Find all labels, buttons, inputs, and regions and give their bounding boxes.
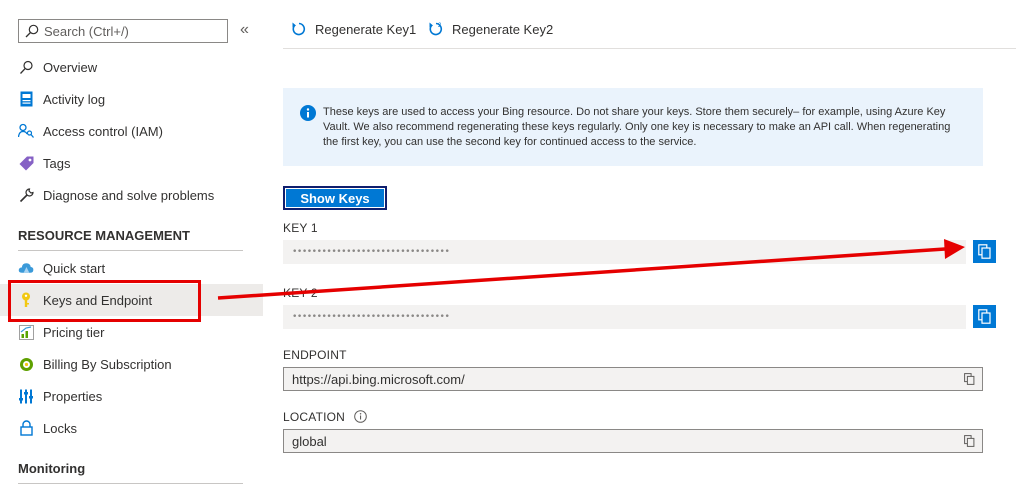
key2-label: KEY 2 xyxy=(283,286,318,300)
location-label: LOCATION xyxy=(283,410,346,424)
sidebar-item-label: Locks xyxy=(43,420,77,436)
iam-icon xyxy=(18,123,34,139)
copy-icon xyxy=(978,309,991,324)
endpoint-value[interactable]: https://api.bing.microsoft.com/ xyxy=(292,372,465,387)
sidebar: « Overview Activity log Access control (… xyxy=(0,0,263,487)
sidebar-item-activity-log[interactable]: Activity log xyxy=(0,83,263,115)
endpoint-field: https://api.bing.microsoft.com/ xyxy=(283,367,983,391)
key2-field: •••••••••••••••••••••••••••••••• xyxy=(283,305,966,329)
regenerate-key2-button[interactable]: 2 Regenerate Key2 xyxy=(428,21,553,37)
regenerate-key2-label: Regenerate Key2 xyxy=(452,21,554,37)
location-label-row: LOCATION xyxy=(283,410,367,424)
copy-icon xyxy=(964,373,975,385)
info-tooltip-icon[interactable] xyxy=(353,410,367,423)
sidebar-item-label: Pricing tier xyxy=(43,324,105,340)
copy-key2-button[interactable] xyxy=(973,305,996,328)
wrench-icon xyxy=(18,187,34,203)
sidebar-item-label: Properties xyxy=(43,388,103,404)
show-keys-button[interactable]: Show Keys xyxy=(283,186,387,210)
copy-icon xyxy=(978,244,991,259)
pricing-icon xyxy=(18,324,34,340)
sidebar-item-label: Overview xyxy=(43,59,98,75)
sidebar-item-label: Access control (IAM) xyxy=(43,123,163,139)
sidebar-item-label: Billing By Subscription xyxy=(43,356,172,372)
sidebar-item-label: Activity log xyxy=(43,91,106,107)
sidebar-item-label: Quick start xyxy=(43,260,106,276)
lock-icon xyxy=(18,420,34,436)
sidebar-item-quick-start[interactable]: Quick start xyxy=(0,252,263,284)
section-divider xyxy=(18,483,243,484)
billing-icon xyxy=(18,356,34,372)
sidebar-item-diagnose[interactable]: Diagnose and solve problems xyxy=(0,179,263,211)
key-icon xyxy=(18,292,34,308)
sidebar-item-label: Tags xyxy=(43,155,71,171)
endpoint-label: ENDPOINT xyxy=(283,348,347,362)
sidebar-item-properties[interactable]: Properties xyxy=(0,380,263,412)
tag-icon xyxy=(18,155,34,171)
copy-endpoint-button[interactable] xyxy=(964,373,975,388)
info-text: These keys are used to access your Bing … xyxy=(323,106,951,148)
copy-key1-button[interactable] xyxy=(973,240,996,263)
activity-log-icon xyxy=(18,91,34,107)
section-header-monitoring: Monitoring xyxy=(18,461,86,476)
overview-icon xyxy=(18,59,34,75)
section-divider xyxy=(18,250,243,251)
search-input[interactable] xyxy=(44,23,214,39)
collapse-sidebar-button[interactable]: « xyxy=(240,21,249,39)
copy-location-button[interactable] xyxy=(964,435,975,450)
regenerate-key1-label: Regenerate Key1 xyxy=(315,21,417,37)
sidebar-item-locks[interactable]: Locks xyxy=(0,412,263,444)
sidebar-item-tags[interactable]: Tags xyxy=(0,147,263,179)
sidebar-item-label: Diagnose and solve problems xyxy=(43,187,215,203)
info-banner: These keys are used to access your Bing … xyxy=(283,88,983,166)
regenerate-key1-button[interactable]: Regenerate Key1 xyxy=(291,21,416,37)
location-value[interactable]: global xyxy=(292,434,327,449)
sidebar-item-pricing-tier[interactable]: Pricing tier xyxy=(0,316,263,348)
refresh-icon xyxy=(292,22,306,36)
search-icon xyxy=(25,24,39,38)
key1-label: KEY 1 xyxy=(283,221,318,235)
cloud-icon xyxy=(18,260,34,276)
command-bar: Regenerate Key1 2 Regenerate Key2 xyxy=(283,13,1016,49)
sidebar-item-overview[interactable]: Overview xyxy=(0,51,263,83)
sidebar-item-iam[interactable]: Access control (IAM) xyxy=(0,115,263,147)
sidebar-item-keys-and-endpoint[interactable]: Keys and Endpoint xyxy=(0,284,263,316)
key1-field: •••••••••••••••••••••••••••••••• xyxy=(283,240,966,264)
section-header-resource-management: RESOURCE MANAGEMENT xyxy=(18,228,190,243)
refresh-icon: 2 xyxy=(429,22,443,36)
info-icon xyxy=(300,105,316,121)
properties-icon xyxy=(18,388,34,404)
copy-icon xyxy=(964,435,975,447)
sidebar-item-billing[interactable]: Billing By Subscription xyxy=(0,348,263,380)
location-field: global xyxy=(283,429,983,453)
search-box[interactable] xyxy=(18,19,228,43)
sidebar-item-label: Keys and Endpoint xyxy=(43,292,153,308)
